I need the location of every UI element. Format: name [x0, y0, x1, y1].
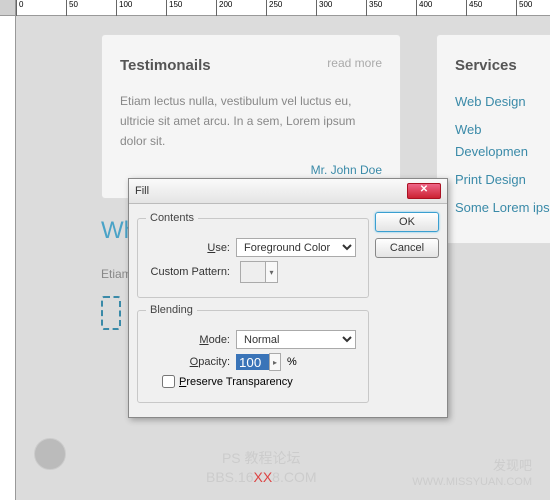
close-icon[interactable]: ✕ [407, 183, 441, 199]
ok-button[interactable]: OK [375, 212, 439, 232]
blending-legend: Blending [146, 304, 197, 316]
watermark-url: WWW.MISSYUAN.COM [412, 476, 532, 488]
ruler-horizontal: 0 50 100 150 200 250 300 350 400 450 500 [16, 0, 550, 16]
service-link-2[interactable]: Print Design [455, 169, 550, 191]
pattern-label: Custom Pattern: [146, 266, 236, 278]
service-link-0[interactable]: Web Design [455, 91, 550, 113]
use-select[interactable]: Foreground Color [236, 238, 356, 257]
percent-label: % [287, 356, 297, 368]
service-link-1[interactable]: Web Developmen [455, 119, 550, 163]
ruler-corner [0, 0, 16, 16]
use-label: Use: [146, 242, 236, 254]
opacity-input[interactable] [236, 354, 270, 370]
read-more-link[interactable]: read more [327, 53, 382, 73]
testimonials-signature: Mr. John Doe [120, 160, 382, 180]
contents-fieldset: Contents Use: Foreground Color Custom Pa… [137, 212, 369, 298]
fill-dialog: Fill ✕ Contents Use: Foreground Color Cu… [128, 178, 448, 418]
cancel-button[interactable]: Cancel [375, 238, 439, 258]
mode-label: Mode: [146, 334, 236, 346]
services-title: Services [455, 53, 550, 79]
opacity-drop-icon[interactable]: ▸ [269, 353, 281, 371]
watermark: PS 教程论坛 BBS.16XX8.COM [206, 449, 317, 488]
watermark-right: 发现吧 [493, 455, 532, 474]
contents-legend: Contents [146, 212, 198, 224]
testimonials-body: Etiam lectus nulla, vestibulum vel luctu… [120, 91, 382, 152]
mode-select[interactable]: Normal [236, 330, 356, 349]
ruler-vertical [0, 16, 16, 500]
testimonials-card: Testimonails read more Etiam lectus null… [101, 34, 401, 199]
preserve-label: Preserve Transparency [179, 376, 293, 388]
opacity-label: Opacity: [146, 356, 236, 368]
dialog-title: Fill [135, 185, 407, 197]
pattern-drop-icon: ▾ [266, 261, 278, 283]
dialog-body: Contents Use: Foreground Color Custom Pa… [129, 204, 447, 417]
preserve-checkbox[interactable] [162, 375, 175, 388]
dialog-titlebar[interactable]: Fill ✕ [129, 179, 447, 204]
testimonials-title-text: Testimonails [120, 57, 211, 74]
testimonials-title: Testimonails read more [120, 53, 382, 79]
pattern-swatch [240, 261, 266, 283]
blending-fieldset: Blending Mode: Normal Opacity: ▸ % Prese… [137, 304, 369, 403]
stamp-icon [34, 438, 66, 470]
